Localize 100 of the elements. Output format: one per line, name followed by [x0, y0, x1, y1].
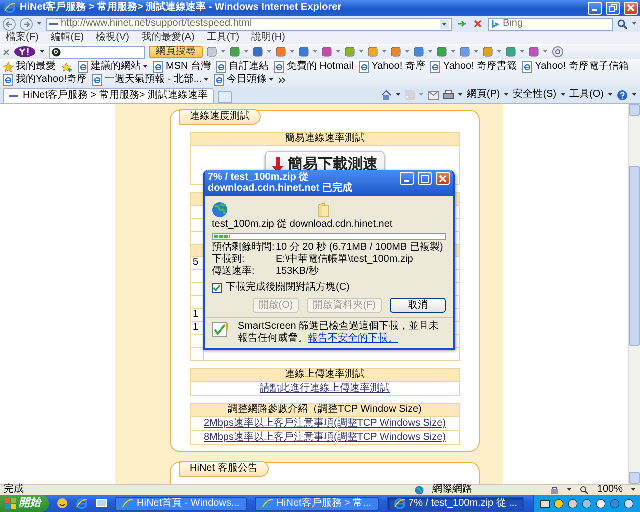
favorites-link[interactable]: MSN 台灣: [166, 61, 211, 73]
maximize-button[interactable]: [418, 172, 432, 185]
menu-item[interactable]: 檔案(F): [6, 32, 39, 44]
favorites-link[interactable]: 建議的網站: [91, 61, 141, 73]
toolbar-app-icon[interactable]: [345, 47, 355, 57]
toolbar-app-icon[interactable]: [253, 47, 263, 57]
star-icon[interactable]: [3, 62, 14, 72]
toolbar-app-icon[interactable]: [276, 47, 286, 57]
smiley-icon[interactable]: [57, 498, 68, 509]
menu-item[interactable]: 說明(H): [252, 32, 286, 44]
restore-button[interactable]: [606, 2, 620, 14]
help-icon[interactable]: [617, 90, 628, 100]
caret-icon[interactable]: [560, 93, 566, 97]
close-icon: [439, 174, 447, 182]
toolbar-app-icon[interactable]: [414, 47, 424, 57]
taskbar-button[interactable]: HiNet客戶服務 > 常...: [254, 496, 379, 510]
keyboard-icon[interactable]: [540, 500, 550, 508]
browser-icon: [262, 498, 274, 510]
search-field[interactable]: [49, 46, 145, 58]
toolbar-app-icon[interactable]: [483, 47, 493, 57]
toolbar-app-icon[interactable]: [299, 47, 309, 57]
detail-value: E:\中華電信帳單\test_100m.zip: [276, 254, 414, 266]
caret-icon[interactable]: [567, 488, 572, 492]
favorites-link[interactable]: Yahoo! 奇摩電子信箱: [535, 61, 629, 73]
toolbar-app-icon[interactable]: [207, 47, 217, 57]
favorites-link[interactable]: 我的Yahoo!奇摩: [16, 74, 87, 86]
toolbar-app-icon[interactable]: [391, 47, 401, 57]
toolbar-app-icon[interactable]: [437, 47, 447, 57]
command-menu[interactable]: 網頁(P): [466, 89, 500, 101]
address-field[interactable]: http://www.hinet.net/support/testspeed.html: [46, 18, 452, 30]
toolbar-app-icon[interactable]: [506, 47, 516, 57]
caret-icon[interactable]: [40, 50, 45, 54]
caret-icon[interactable]: [143, 65, 148, 69]
search-input[interactable]: Bing: [503, 18, 610, 30]
toolbar-app-icon[interactable]: [368, 47, 378, 57]
menu-item[interactable]: 我的最愛(A): [141, 32, 195, 44]
minimize-button[interactable]: [400, 172, 414, 185]
search-icon[interactable]: [617, 18, 628, 30]
home-icon[interactable]: [380, 90, 392, 100]
detail-label: 傳送速率:: [212, 266, 256, 278]
caret-icon[interactable]: [504, 93, 510, 97]
stop-icon[interactable]: [472, 18, 484, 30]
back-button[interactable]: [3, 18, 16, 30]
checkbox-label[interactable]: 下載完成後關閉對話方塊(C): [226, 282, 350, 294]
minimize-button[interactable]: [588, 2, 602, 14]
search-field[interactable]: Bing: [488, 18, 613, 30]
command-menu[interactable]: 安全性(S): [513, 89, 557, 101]
zoom-icon[interactable]: [580, 486, 590, 494]
help-link[interactable]: 2Mbps速率以上客戶注意事項(調整TCP Windows Size): [204, 418, 446, 429]
browser-icon[interactable]: [76, 498, 88, 510]
caret-icon[interactable]: [458, 93, 463, 97]
refresh-icon[interactable]: [456, 18, 468, 30]
close-button[interactable]: [436, 172, 450, 185]
caret-icon[interactable]: [204, 78, 210, 82]
windows-logo-icon: [5, 498, 16, 509]
toolbar-app-icon[interactable]: [322, 47, 332, 57]
favorites-link[interactable]: 一週天氣預報 - 北部...: [104, 74, 202, 86]
browser-icon: [122, 498, 134, 510]
caret-icon[interactable]: [631, 488, 636, 492]
help-link[interactable]: 8Mbps速率以上客戶注意事項(調整TCP Windows Size): [204, 432, 446, 443]
print-icon[interactable]: [442, 90, 454, 100]
close-icon[interactable]: [3, 48, 10, 56]
toolbar-app-icon[interactable]: [230, 47, 240, 57]
favorites-link[interactable]: 今日頭條: [227, 74, 268, 86]
settings-icon[interactable]: [552, 46, 564, 58]
chevron-icon[interactable]: [279, 76, 286, 84]
favorites-link[interactable]: Yahoo! 奇摩: [372, 61, 426, 73]
browser-tab[interactable]: HiNet客戶服務 > 常用服務> 測試連線速率: [3, 88, 214, 103]
zoom-level[interactable]: 100%: [597, 484, 623, 496]
report-link[interactable]: 報告不安全的下載。: [308, 333, 398, 344]
menu-item[interactable]: 編輯(E): [50, 32, 84, 44]
toolbar-app-icon[interactable]: [460, 47, 470, 57]
taskbar-button[interactable]: 7% / test_100m.zip 從 ...: [386, 496, 524, 510]
help-link[interactable]: 請點此進行連線上傳速率測試: [260, 383, 390, 394]
caret-icon[interactable]: [632, 93, 637, 97]
dialog-button[interactable]: 取消: [390, 298, 446, 313]
caret-icon[interactable]: [608, 93, 613, 97]
desktop-icon[interactable]: [96, 498, 107, 509]
search-button[interactable]: 網頁搜尋: [149, 46, 203, 58]
favorites-link[interactable]: 自訂連結: [229, 61, 269, 73]
caret-icon[interactable]: [396, 93, 401, 97]
favorites-button[interactable]: 我的最愛: [16, 61, 56, 73]
mail-icon[interactable]: [428, 90, 439, 100]
restore-icon: [609, 4, 617, 12]
menu-item[interactable]: 工具(T): [206, 32, 240, 44]
scrollbar[interactable]: [628, 104, 640, 484]
start-button[interactable]: 開始: [0, 495, 49, 512]
command-menu[interactable]: 工具(O): [570, 89, 604, 101]
favorites-link[interactable]: Yahoo! 奇摩書籤: [443, 61, 518, 73]
caret-icon[interactable]: [269, 78, 274, 82]
forward-button[interactable]: [20, 18, 33, 30]
dropdown-icon[interactable]: [440, 20, 449, 28]
favorites-link[interactable]: 免費的 Hotmail: [287, 61, 354, 73]
toolbar-app-icon[interactable]: [529, 47, 539, 57]
taskbar-button[interactable]: HiNet首頁 - Windows...: [115, 496, 247, 510]
menu-item[interactable]: 檢視(V): [96, 32, 130, 44]
close-button[interactable]: [624, 2, 638, 14]
globe-icon: [212, 202, 228, 218]
checkbox[interactable]: [212, 283, 222, 293]
add-favorite-icon[interactable]: [61, 62, 73, 72]
